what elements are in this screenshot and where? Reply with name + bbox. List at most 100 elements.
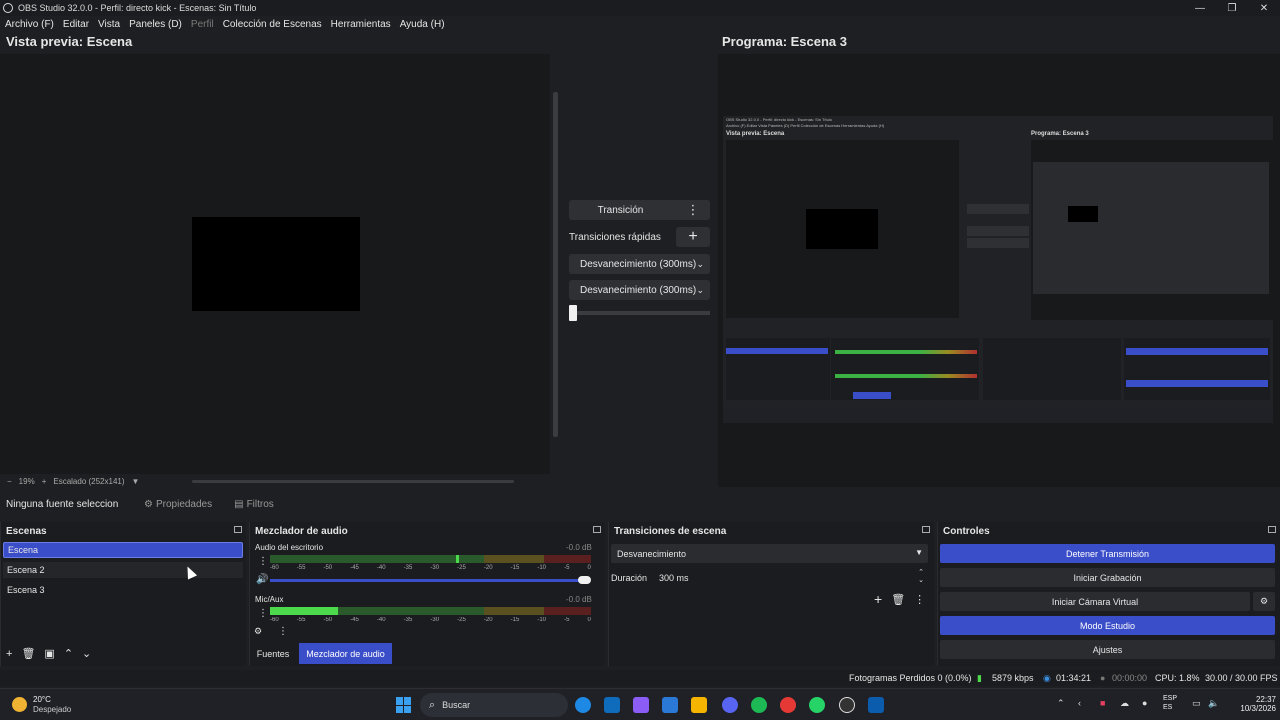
menu-editar[interactable]: Editar [63,19,89,30]
weather-temp[interactable]: 20°C [33,695,51,704]
obs-logo-icon [3,3,13,13]
move-up-icon[interactable]: ⌃ [64,647,73,660]
copilot-icon[interactable] [633,697,649,713]
transition-slider-track[interactable] [569,311,710,315]
spotify-icon[interactable] [751,697,767,713]
cloud-icon[interactable]: ☁ [1120,698,1129,709]
volume-slider-desktop[interactable] [270,579,585,582]
mixer-title: Mezclador de audio [255,526,348,537]
quick-transitions-label: Transiciones rápidas [569,232,661,243]
start-recording-button[interactable]: Iniciar Grabación [940,568,1275,587]
program-label: Programa: Escena 3 [722,34,848,49]
transition-menu-button[interactable]: ⋮ [676,200,710,220]
zoom-out-button[interactable]: − [7,477,12,486]
channel-name-mic: Mic/Aux [255,595,284,604]
title-bar: OBS Studio 32.0.0 - Perfil: directo kick… [0,0,1280,16]
studio-mode-button[interactable]: Modo Estudio [940,616,1275,635]
dropped-frames: Fotogramas Perdidos 0 (0.0%) [849,673,972,683]
chrome-icon[interactable] [780,697,796,713]
volume-handle-desktop[interactable] [578,576,591,584]
tab-fuentes[interactable]: Fuentes [250,643,296,664]
gear-icon: ⚙ [1259,596,1269,606]
volume-icon[interactable]: 🔈 [1208,698,1219,709]
no-source-selected-label: Ninguna fuente seleccionada [6,498,118,510]
menu-ayuda[interactable]: Ayuda (H) [400,19,445,30]
add-transition-icon[interactable]: + [874,591,882,607]
spin-arrows-icon[interactable]: ⌃ ⌄ [918,569,924,585]
outlook-icon[interactable] [604,697,620,713]
channel-menu-icon[interactable]: ⋮ [258,556,268,567]
stop-streaming-button[interactable]: Detener Transmisión [940,544,1275,563]
monitor-icon[interactable]: ▭ [1192,698,1201,709]
channel-db-desktop: -0.0 dB [566,543,592,552]
whatsapp-icon[interactable] [809,697,825,713]
menu-herramientas[interactable]: Herramientas [331,19,391,30]
quick-transition-2[interactable]: Desvanecimiento (300ms) ⌄ [569,280,710,300]
store-icon[interactable] [662,697,678,713]
transition-select[interactable]: Desvanecimiento ▼ [611,544,928,563]
weather-condition[interactable]: Despejado [33,705,71,714]
add-scene-icon[interactable]: + [6,648,12,660]
weather-sun-icon[interactable] [12,697,27,712]
undock-icon[interactable] [922,526,930,533]
taskbar-search[interactable]: ⌕ Buscar [420,693,568,717]
menu-vista[interactable]: Vista [98,19,120,30]
scene-item-escena-2[interactable]: Escena 2 [3,562,243,578]
virtual-camera-settings-button[interactable]: ⚙ [1253,592,1275,611]
menu-archivo[interactable]: Archivo (F) [5,19,54,30]
settings-button[interactable]: Ajustes [940,640,1275,659]
back-arrow-icon[interactable]: ‹ [1078,698,1081,708]
tray-app-icon[interactable]: ■ [1100,698,1105,708]
zoom-in-button[interactable]: + [42,477,47,486]
preview-area[interactable] [0,54,550,474]
trash-icon[interactable]: 🗑 [891,593,905,606]
scene-filters-icon[interactable]: ▣ [44,647,54,660]
undock-icon[interactable] [593,526,601,533]
transition-slider-handle[interactable] [569,305,577,321]
scene-item-escena[interactable]: Escena [3,542,243,558]
menu-coleccion-escenas[interactable]: Colección de Escenas [223,19,322,30]
properties-button[interactable]: ⚙ Propiedades [144,499,212,510]
taskbar: 20°C Despejado ⌕ Buscar ⌃ ‹ ■ ☁ ● ESP ES … [0,688,1280,720]
vpn-shield-icon[interactable] [868,697,884,713]
speaker-icon[interactable]: 🔊 [256,574,268,585]
discord-icon[interactable] [722,697,738,713]
edge-icon[interactable] [575,697,591,713]
start-virtual-camera-button[interactable]: Iniciar Cámara Virtual [940,592,1250,611]
channel-menu-icon[interactable]: ⋮ [258,608,268,619]
language-indicator[interactable]: ESP ES [1163,694,1177,712]
taskbar-clock[interactable]: 22:37 10/3/2026 [1234,695,1276,713]
add-quick-transition-button[interactable]: + [676,227,710,247]
obs-taskbar-icon[interactable] [839,697,855,713]
undock-icon[interactable] [234,526,242,533]
maximize-button[interactable]: ❐ [1216,0,1248,16]
menu-bar: Archivo (F) Editar Vista Paneles (D) Per… [0,16,1280,32]
preview-vertical-scrollbar[interactable] [553,92,558,437]
menu-paneles[interactable]: Paneles (D) [129,19,182,30]
cpu-usage: CPU: 1.8% [1155,673,1200,683]
undock-icon[interactable] [1268,526,1276,533]
move-down-icon[interactable]: ⌄ [82,647,91,660]
file-explorer-icon[interactable] [691,697,707,713]
tab-mezclador[interactable]: Mezclador de audio [299,643,392,664]
scenes-title: Escenas [6,526,47,537]
trash-icon[interactable]: 🗑 [21,647,35,660]
filters-button[interactable]: ▤ Filtros [234,499,274,510]
chevron-up-icon[interactable]: ⌃ [1057,698,1065,709]
windows-start-icon[interactable] [396,697,412,713]
duration-input[interactable]: 300 ms ⌃ ⌄ [655,569,928,586]
controls-title: Controles [943,526,990,537]
scale-mode[interactable]: Escalado (252x141) [53,477,124,486]
transition-menu-icon[interactable]: ⋮ [914,593,925,606]
close-button[interactable]: ✕ [1248,0,1280,16]
quick-transition-1[interactable]: Desvanecimiento (300ms) ⌄ [569,254,710,274]
preview-canvas[interactable] [192,217,360,311]
mixer-menu-icon[interactable]: ⋮ [278,626,288,637]
chevron-down-icon[interactable]: ▼ [132,477,140,486]
mic-icon[interactable]: ● [1142,698,1147,708]
scene-item-escena-3[interactable]: Escena 3 [3,582,243,598]
preview-horizontal-scrollbar[interactable] [192,480,514,483]
advanced-audio-icon[interactable]: ⚙ [254,626,262,637]
minimize-button[interactable]: — [1184,0,1216,16]
menu-perfil[interactable]: Perfil [191,19,214,30]
